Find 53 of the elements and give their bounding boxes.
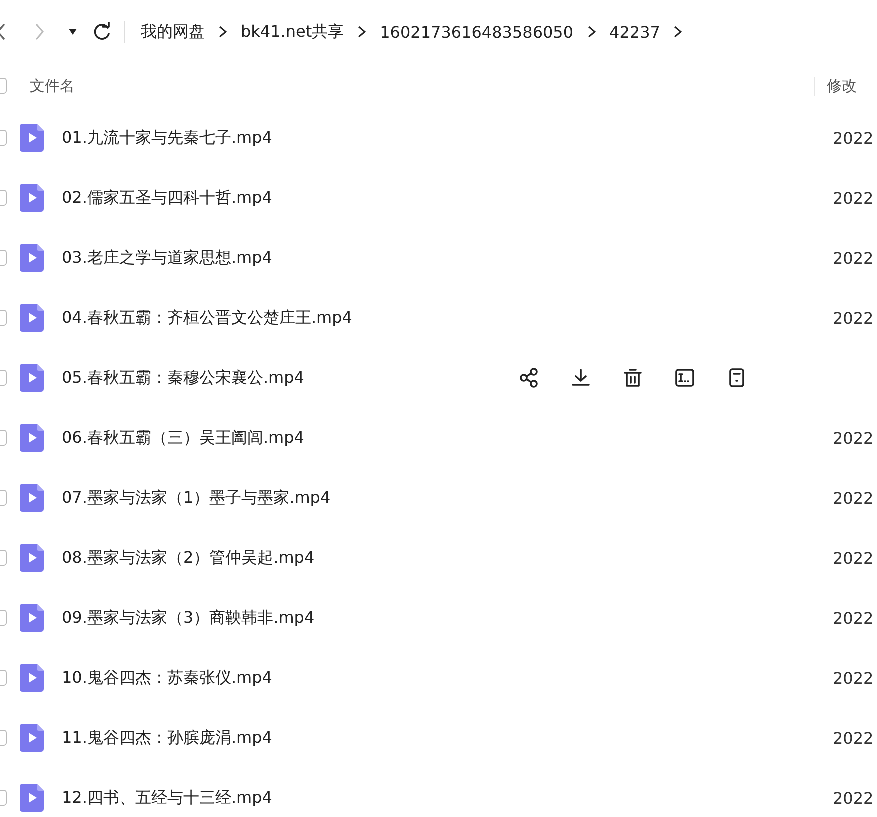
video-file-icon — [20, 484, 44, 512]
chevron-icon — [588, 26, 596, 38]
file-name[interactable]: 07.墨家与法家（1）墨子与墨家.mp4 — [62, 488, 833, 508]
date-cell-text: 2022 — [833, 488, 875, 508]
file-name[interactable]: 08.墨家与法家（2）管仲吴起.mp4 — [62, 548, 833, 568]
breadcrumb-link[interactable]: 1602173616483586050 — [380, 22, 574, 42]
refresh-icon[interactable] — [92, 22, 112, 42]
file-name[interactable]: 11.鬼谷四杰：孙膑庞涓.mp4 — [62, 728, 833, 748]
date-cell-text: 2022 — [833, 668, 875, 688]
dropdown-icon[interactable] — [68, 28, 78, 36]
file-name[interactable]: 10.鬼谷四杰：苏秦张仪.mp4 — [62, 668, 833, 688]
date-cell-text: 2022 — [833, 248, 875, 268]
video-file-icon — [20, 724, 44, 752]
file-name[interactable]: 12.四书、五经与十三经.mp4 — [62, 788, 833, 808]
share-icon[interactable] — [519, 368, 539, 388]
chevron-icon — [358, 26, 366, 38]
chevron-icon — [219, 26, 227, 38]
video-file-icon — [20, 124, 44, 152]
date-cell-text: 2022 — [833, 128, 875, 148]
delete-icon[interactable] — [623, 368, 643, 388]
video-file-icon — [20, 364, 44, 392]
column-header[interactable]: 修改 — [814, 76, 877, 96]
video-file-icon — [20, 184, 44, 212]
rename-icon[interactable] — [675, 368, 695, 388]
forward-icon[interactable] — [34, 23, 46, 41]
file-name[interactable]: 03.老庄之学与道家思想.mp4 — [62, 248, 833, 268]
video-file-icon — [20, 244, 44, 272]
breadcrumb-link[interactable]: bk41.net共享 — [241, 22, 344, 42]
video-file-icon — [20, 664, 44, 692]
video-file-icon — [20, 544, 44, 572]
date-cell-text: 2022 — [833, 728, 875, 748]
details-icon[interactable] — [727, 368, 747, 388]
date-cell-text: 2022 — [833, 788, 875, 808]
video-file-icon — [20, 604, 44, 632]
video-file-icon — [20, 784, 44, 812]
date-cell-text: 2022 — [833, 188, 875, 208]
chevron-icon — [674, 26, 682, 38]
column-header[interactable]: 文件名 — [30, 76, 814, 96]
file-name[interactable]: 05.春秋五霸：秦穆公宋襄公.mp4 — [62, 368, 519, 388]
breadcrumb-link[interactable]: 42237 — [610, 22, 660, 42]
video-file-icon — [20, 424, 44, 452]
video-file-icon — [20, 304, 44, 332]
file-name[interactable]: 01.九流十家与先秦七子.mp4 — [62, 128, 833, 148]
file-name[interactable]: 04.春秋五霸：齐桓公晋文公楚庄王.mp4 — [62, 308, 833, 328]
date-cell-text: 2022 — [833, 548, 875, 568]
file-name[interactable]: 09.墨家与法家（3）商鞅韩非.mp4 — [62, 608, 833, 628]
date-cell-text: 2022 — [833, 428, 875, 448]
breadcrumb-link[interactable]: 我的网盘 — [141, 22, 205, 42]
file-name[interactable]: 02.儒家五圣与四科十哲.mp4 — [62, 188, 833, 208]
download-icon[interactable] — [571, 368, 591, 388]
date-cell-text: 2022 — [833, 308, 875, 328]
date-cell-text: 2022 — [833, 608, 875, 628]
file-name[interactable]: 06.春秋五霸（三）吴王阖闾.mp4 — [62, 428, 833, 448]
